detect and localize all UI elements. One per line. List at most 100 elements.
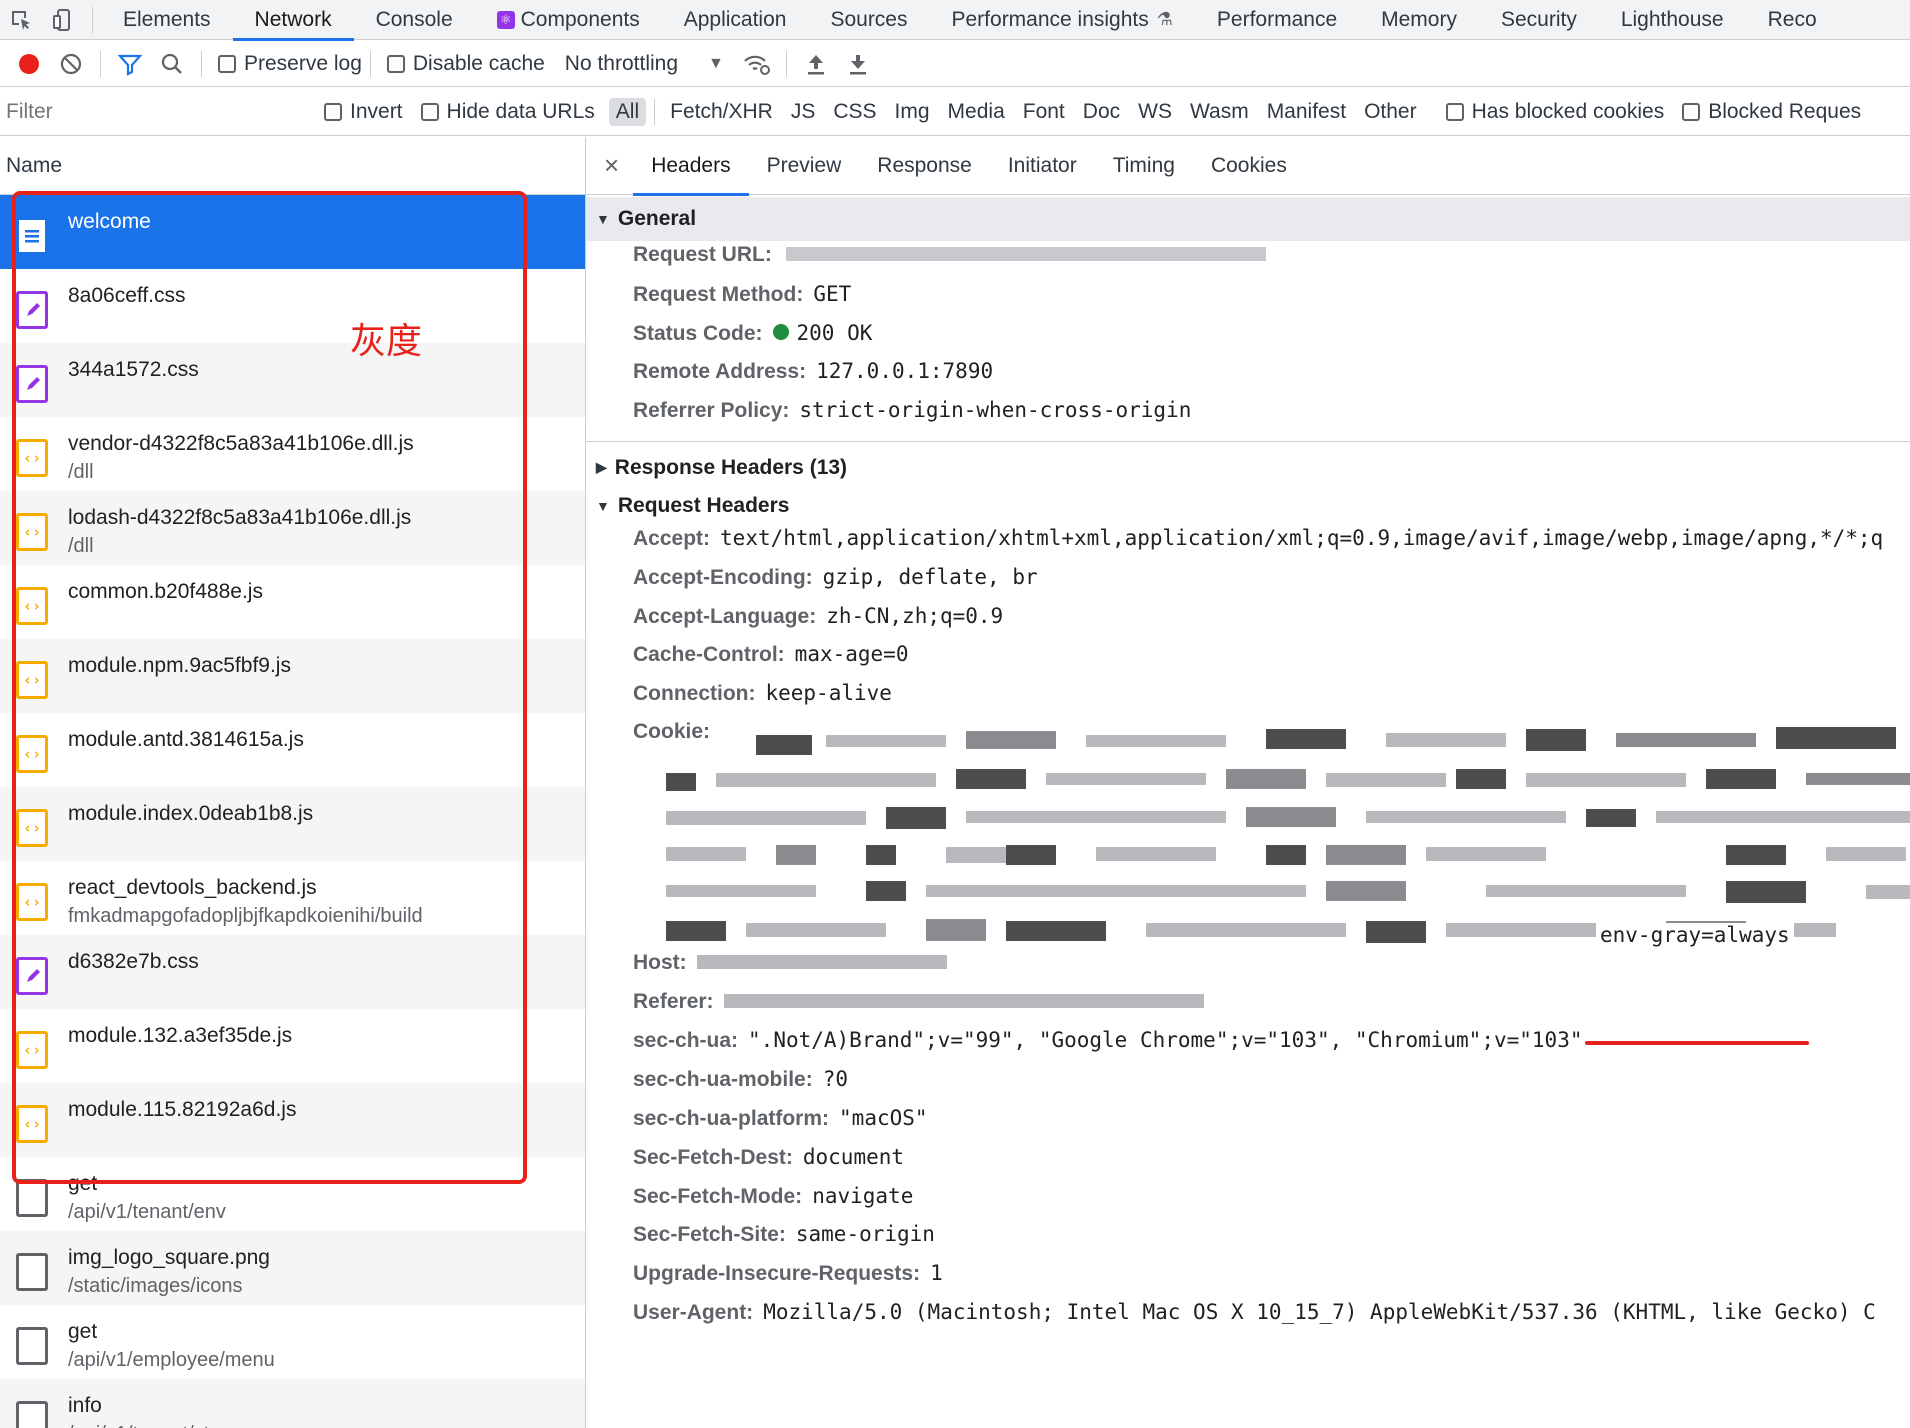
request-row[interactable]: info/api/v1/tenant/store — [0, 1379, 585, 1428]
filter-type-other[interactable]: Other — [1357, 98, 1424, 126]
tab-label: Sources — [830, 7, 908, 31]
filter-type-media[interactable]: Media — [941, 98, 1012, 126]
annotation-underline — [1585, 1041, 1809, 1045]
close-icon[interactable]: × — [586, 150, 633, 181]
filter-type-css[interactable]: CSS — [826, 98, 883, 126]
request-row[interactable]: ‹› lodash-d4322f8c5a83a41b106e.dll.js/dll — [0, 491, 585, 565]
tab-label: Lighthouse — [1620, 7, 1724, 31]
request-path: /api/v1/tenant/env — [68, 1201, 226, 1223]
tab-components[interactable]: ⚛ Components — [475, 0, 662, 40]
request-row[interactable]: ‹› module.index.0deab1b8.js — [0, 787, 585, 861]
tab-application[interactable]: Application — [662, 0, 809, 40]
file-icon — [16, 1253, 48, 1291]
script-icon: ‹› — [16, 1105, 48, 1143]
export-har-icon[interactable] — [843, 49, 873, 79]
request-row[interactable]: ‹› react_devtools_backend.js fmkadmapgofad… — [0, 861, 585, 935]
header-value: ".Not/A)Brand";v="99", "Google Chrome";v… — [748, 1028, 1583, 1053]
header-row: sec-ch-ua: ".Not/A)Brand";v="99", "Google… — [586, 1028, 1910, 1067]
tab-label: Security — [1500, 7, 1577, 31]
filter-type-all[interactable]: All — [608, 97, 647, 126]
tab-label: Performance insights — [951, 7, 1149, 31]
script-icon: ‹› — [16, 735, 48, 773]
request-row[interactable]: ‹› vendor-d4322f8c5a83a41b106e.dll.js/dll — [0, 417, 585, 491]
filter-type-ws[interactable]: WS — [1131, 98, 1179, 126]
detail-tab-initiator[interactable]: Initiator — [990, 137, 1095, 195]
request-text: get/api/v1/employee/menu — [68, 1319, 275, 1375]
disable-cache-label: Disable cache — [412, 51, 545, 75]
request-row[interactable]: 8a06ceff.css — [0, 269, 585, 343]
tab-sources[interactable]: Sources — [808, 0, 929, 40]
filter-input[interactable] — [4, 95, 298, 128]
tab-network[interactable]: Network — [232, 0, 354, 41]
request-row[interactable]: img_logo_square.png/static/images/icons — [0, 1231, 585, 1305]
tab-lighthouse[interactable]: Lighthouse — [1599, 0, 1746, 40]
filter-type-fetchxhr[interactable]: Fetch/XHR — [663, 98, 780, 126]
stylesheet-icon — [16, 365, 48, 403]
detail-tab-response[interactable]: Response — [859, 137, 990, 195]
header-row: Host: — [586, 951, 1910, 990]
request-row[interactable]: ‹› common.b20f488e.js — [0, 565, 585, 639]
redacted-cookie — [966, 810, 1226, 823]
response-headers-section-header[interactable]: ▶ Response Headers (13) — [586, 448, 1910, 488]
blocked-requests-checkbox[interactable] — [1682, 102, 1701, 121]
general-section-header[interactable]: ▼ General — [586, 197, 1910, 241]
tab-security[interactable]: Security — [1479, 0, 1599, 40]
tab-elements[interactable]: Elements — [101, 0, 233, 40]
request-row[interactable]: d6382e7b.css — [0, 935, 585, 1009]
request-row[interactable]: welcome — [0, 195, 585, 269]
request-row[interactable]: ‹› module.115.82192a6d.js — [0, 1083, 585, 1157]
filter-icon[interactable] — [115, 49, 145, 79]
detail-tab-cookies[interactable]: Cookies — [1193, 137, 1305, 195]
request-row[interactable]: 344a1572.css — [0, 343, 585, 417]
preserve-log-checkbox[interactable] — [218, 54, 236, 73]
redacted-cookie — [1726, 880, 1806, 903]
request-row[interactable]: get/api/v1/employee/menu — [0, 1305, 585, 1379]
filter-type-doc[interactable]: Doc — [1076, 98, 1127, 126]
request-row[interactable]: ‹› module.antd.3814615a.js — [0, 713, 585, 787]
name-column-header[interactable]: Name — [0, 137, 585, 195]
record-icon[interactable] — [14, 49, 44, 79]
chevron-down-icon[interactable]: ▼ — [708, 55, 724, 73]
filter-type-js[interactable]: JS — [784, 98, 823, 126]
filter-type-wasm[interactable]: Wasm — [1183, 98, 1256, 126]
header-name: sec-ch-ua-mobile: — [633, 1068, 813, 1092]
detail-tab-preview[interactable]: Preview — [749, 137, 860, 195]
tab-performance-insights[interactable]: Performance insights ⚗ — [930, 0, 1195, 40]
script-icon: ‹› — [16, 439, 48, 477]
tab-console[interactable]: Console — [354, 0, 475, 40]
clear-icon[interactable] — [56, 49, 86, 79]
request-row[interactable]: ‹› module.npm.9ac5fbf9.js — [0, 639, 585, 713]
hide-data-urls-checkbox[interactable] — [420, 102, 439, 121]
detail-tab-headers[interactable]: Headers — [633, 137, 749, 196]
redacted-cookie — [1486, 884, 1686, 897]
tab-performance[interactable]: Performance — [1195, 0, 1359, 40]
general-rows: Request URL: Request Method: GET Status Cod… — [586, 241, 1910, 437]
throttling-select[interactable]: No throttling — [565, 52, 678, 76]
filter-type-font[interactable]: Font — [1016, 98, 1072, 126]
network-conditions-icon[interactable] — [742, 49, 772, 79]
filter-type-img[interactable]: Img — [888, 98, 937, 126]
tab-memory[interactable]: Memory — [1359, 0, 1479, 40]
detail-tab-timing[interactable]: Timing — [1095, 137, 1193, 195]
tab-reco[interactable]: Reco — [1746, 0, 1839, 40]
device-toolbar-icon[interactable] — [48, 5, 78, 35]
redacted-url — [785, 247, 1266, 261]
request-row[interactable]: get/api/v1/tenant/env — [0, 1157, 585, 1231]
header-name: Referer: — [633, 989, 714, 1013]
redacted-cookie — [1326, 772, 1446, 787]
request-name: module.115.82192a6d.js — [68, 1098, 297, 1121]
redacted-cookie — [1266, 728, 1346, 749]
filter-type-manifest[interactable]: Manifest — [1260, 98, 1353, 126]
disable-cache-checkbox[interactable] — [386, 54, 405, 73]
redacted-cookie — [716, 772, 936, 787]
request-row[interactable]: ‹› module.132.a3ef35de.js — [0, 1009, 585, 1083]
search-icon[interactable] — [157, 49, 187, 79]
invert-checkbox[interactable] — [324, 102, 342, 121]
inspect-element-icon[interactable] — [6, 5, 36, 35]
has-blocked-cookies-checkbox[interactable] — [1445, 102, 1464, 121]
redacted-cookie — [756, 734, 812, 755]
import-har-icon[interactable] — [801, 49, 831, 79]
header-value: document — [802, 1144, 905, 1169]
request-headers-section-header[interactable]: ▼ Request Headers — [586, 486, 1910, 526]
request-list: welcome 8a06ceff.css 344a1572.css ‹› vendor-… — [0, 195, 585, 1428]
